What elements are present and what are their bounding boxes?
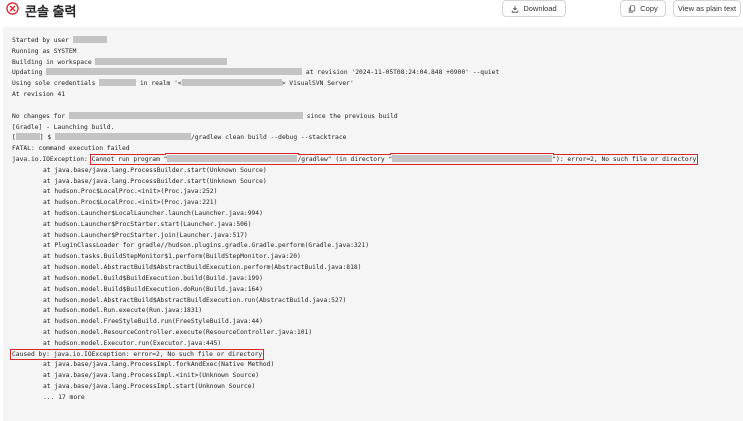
redacted-block <box>54 133 191 141</box>
redacted-block <box>72 36 107 43</box>
console-line: At revision 41 <box>12 91 66 99</box>
stack-line: at hudson.Proc$LocalProc.<init>(Proc.jav… <box>43 199 218 207</box>
stack-line: at hudson.model.AbstractBuild$AbstractBu… <box>43 264 362 272</box>
console-text: Started by user Running as SYSTEM Buildin… <box>3 27 743 404</box>
stack-line: at hudson.Launcher$ProcStarter.join(Laun… <box>43 231 248 239</box>
download-label: Download <box>523 4 557 13</box>
view-plain-text-button[interactable]: View as plain text <box>673 0 741 17</box>
console-line: Started by user <box>12 36 743 47</box>
console-output: Started by user Running as SYSTEM Buildin… <box>3 27 743 421</box>
console-line: Updating at revision '2024-11-05T08:24:0… <box>12 68 500 77</box>
console-line: Using sole credentials in realm '< > Visu… <box>12 79 354 88</box>
copy-button[interactable]: Copy <box>620 0 666 17</box>
console-line: Building in workspace <box>12 57 743 69</box>
stack-line: at hudson.Launcher$LocalLauncher.launch(… <box>43 210 263 217</box>
redacted-block <box>167 154 298 162</box>
stack-line: at hudson.tasks.BuildStepMonitor$1.perfo… <box>43 253 301 261</box>
console-line: Caused by: java.io.IOException: error=2,… <box>9 348 743 361</box>
console-line: [Gradle] - Launching build. <box>12 123 115 131</box>
page-header: 콘솔 출력 Download Copy View as plain text <box>0 0 743 20</box>
redacted-block <box>46 68 303 76</box>
stack-line: at hudson.model.Run.execute(Run.java:183… <box>43 307 203 315</box>
redacted-block <box>95 57 228 65</box>
stack-line: ... 17 more <box>43 393 85 401</box>
stack-line: at java.base/java.lang.ProcessImpl.<init… <box>43 372 260 380</box>
view-plain-text-label: View as plain text <box>677 4 737 13</box>
stack-line: at java.base/java.lang.ProcessImpl.forkA… <box>43 361 275 369</box>
console-line: java.io.IOException: Cannot run program … <box>12 153 699 165</box>
stack-line: at hudson.Proc$LocalProc.<init>(Proc.jav… <box>43 188 218 196</box>
stack-line: at hudson.model.ResourceController.execu… <box>43 328 313 336</box>
stack-line: at hudson.model.Build$BuildExecution.doR… <box>43 285 263 293</box>
stack-line: at hudson.model.Executor.run(Executor.ja… <box>43 339 222 347</box>
stack-line: at hudson.model.Build$BuildExecution.bui… <box>43 274 263 282</box>
stack-line: at java.base/java.lang.ProcessImpl.start… <box>43 383 256 390</box>
download-button[interactable]: Download <box>502 0 566 17</box>
stack-line: at hudson.Launcher$ProcStarter.start(Lau… <box>43 220 252 228</box>
stack-line: at hudson.model.FreeStyleBuild.run(FreeS… <box>43 318 263 326</box>
highlighted-caused-by: Caused by: java.io.IOException: error=2,… <box>9 348 265 360</box>
redacted-block <box>181 79 282 87</box>
console-line: No changes for since the previous build <box>12 111 398 120</box>
redacted-block <box>99 79 137 87</box>
redacted-block <box>68 111 303 119</box>
stack-line: at PluginClassLoader for gradle//hudson.… <box>43 242 370 250</box>
highlighted-error: Cannot run program "/gradlew" (in direct… <box>89 153 699 165</box>
console-line: Running as SYSTEM <box>12 47 77 55</box>
console-line: [] $ /gradlew clean build --debug --stac… <box>12 133 347 142</box>
stack-line: at hudson.model.AbstractBuild$AbstractBu… <box>43 296 347 304</box>
stack-line: at java.base/java.lang.ProcessBuilder.st… <box>43 166 267 174</box>
failure-x-icon <box>6 2 19 15</box>
download-icon <box>512 5 519 13</box>
redacted-block <box>15 133 40 141</box>
page-title: 콘솔 출력 <box>25 4 77 19</box>
copy-icon <box>629 4 636 13</box>
console-line: FATAL: command execution failed <box>12 145 130 153</box>
redacted-block <box>392 154 553 162</box>
stack-line: at java.base/java.lang.ProcessBuilder.st… <box>43 177 267 185</box>
copy-label: Copy <box>640 4 658 13</box>
